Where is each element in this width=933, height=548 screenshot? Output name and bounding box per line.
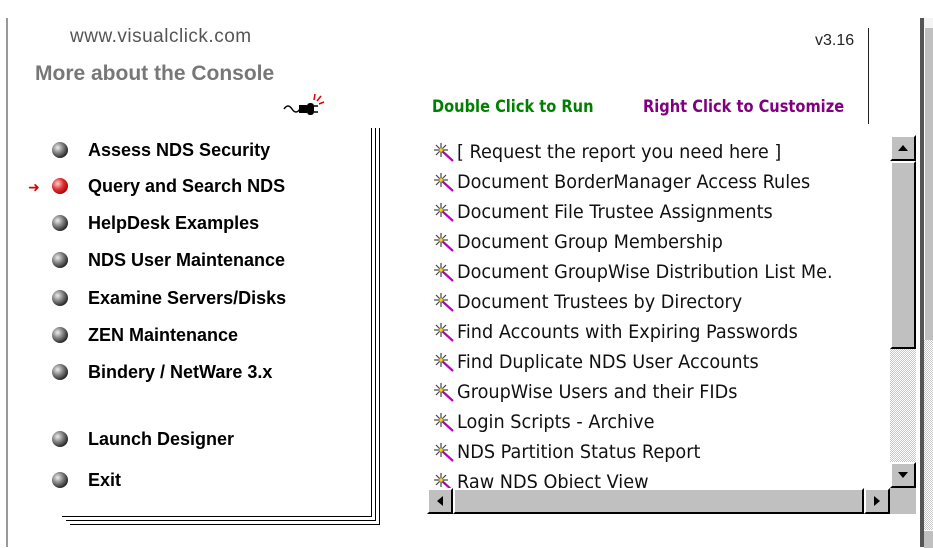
menu-frame-line <box>379 128 380 524</box>
menu-frame-line <box>62 516 372 517</box>
menu-item-launch-designer[interactable]: Launch Designer <box>52 426 234 452</box>
report-list-item[interactable]: Document Trustees by Directory <box>433 287 764 316</box>
menu-item-nds-user-maintenance[interactable]: NDS User Maintenance <box>52 247 285 273</box>
report-list-item-label: Document Group Membership <box>457 230 723 253</box>
sparkle-wand-icon <box>433 291 455 313</box>
scrollbar-corner <box>890 488 916 514</box>
menu-item-examine-servers-disks[interactable]: Examine Servers/Disks <box>52 285 286 311</box>
menu-item-label: Bindery / NetWare 3.x <box>88 361 273 382</box>
menu-item-label: Examine Servers/Disks <box>88 287 287 308</box>
sparkle-wand-icon <box>433 471 455 488</box>
window-scroll-thumb[interactable] <box>924 28 933 340</box>
report-list-item[interactable]: Document GroupWise Distribution List Me. <box>433 257 861 286</box>
report-list-item[interactable]: GroupWise Users and their FIDs <box>433 377 759 406</box>
menu-item-query-and-search-nds[interactable]: Query and Search NDS <box>52 173 285 199</box>
menu-item-zen-maintenance[interactable]: ZEN Maintenance <box>52 322 238 348</box>
sparkle-wand-icon <box>433 231 455 253</box>
report-list-item[interactable]: Find Duplicate NDS User Accounts <box>433 347 781 376</box>
report-list-item[interactable]: Find Accounts with Expiring Passwords <box>433 317 823 346</box>
report-list-item-label: Find Duplicate NDS User Accounts <box>457 350 759 373</box>
sparkle-wand-icon <box>433 321 455 343</box>
menu-item-label: Assess NDS Security <box>88 139 271 160</box>
version-label: v3.16 <box>815 32 855 49</box>
radio-bullet-icon <box>52 252 68 268</box>
sparkle-wand-icon <box>433 171 455 193</box>
window-left-edge <box>6 18 8 547</box>
window-scroll-track[interactable] <box>924 340 933 530</box>
menu-item-bindery-netware-3-x[interactable]: Bindery / NetWare 3.x <box>52 359 272 385</box>
report-list-item[interactable]: [ Request the report you need here ] <box>433 137 806 166</box>
horizontal-scroll-thumb[interactable] <box>453 488 864 514</box>
report-list-item[interactable]: Login Scripts - Archive <box>433 407 669 436</box>
radio-bullet-icon <box>52 364 68 380</box>
sparkle-wand-icon <box>433 201 455 223</box>
menu-frame-line <box>66 520 376 521</box>
arrow-up-icon <box>898 145 908 151</box>
report-list-box[interactable]: [ Request the report you need here ] Docu… <box>427 131 917 518</box>
sparkle-wand-icon <box>433 351 455 373</box>
report-list-item[interactable]: Document Group Membership <box>433 227 743 256</box>
sparkle-wand-icon <box>433 261 455 283</box>
report-list-item[interactable]: Raw NDS Object View <box>433 467 663 488</box>
report-list-item-label: GroupWise Users and their FIDs <box>457 380 738 403</box>
sparkle-wand-icon <box>433 141 455 163</box>
scroll-right-button[interactable] <box>864 488 890 514</box>
report-list-item-label: Login Scripts - Archive <box>457 410 655 433</box>
scroll-left-button[interactable] <box>427 488 453 514</box>
sparkle-wand-icon <box>433 441 455 463</box>
plug-icon <box>283 93 325 115</box>
report-list-item[interactable]: Document BorderManager Access Rules <box>433 167 837 196</box>
website-link[interactable]: www.visualclick.com <box>70 26 252 48</box>
menu-item-label: HelpDesk Examples <box>88 212 260 233</box>
radio-bullet-icon <box>52 290 68 306</box>
double-click-hint: Double Click to Run <box>432 97 594 117</box>
report-list-item-label: NDS Partition Status Report <box>457 440 701 463</box>
report-list-item-label: Raw NDS Object View <box>457 470 649 489</box>
more-about-console-link[interactable]: More about the Console <box>35 62 274 86</box>
radio-bullet-icon <box>52 178 68 194</box>
radio-bullet-icon <box>52 472 68 488</box>
report-list-item[interactable]: Document File Trustee Assignments <box>433 197 797 226</box>
menu-item-label: ZEN Maintenance <box>88 324 239 345</box>
menu-frame-line <box>70 524 380 525</box>
horizontal-scrollbar[interactable] <box>427 488 890 514</box>
report-list-item-label: Document BorderManager Access Rules <box>457 170 811 193</box>
menu-item-label: Launch Designer <box>88 428 235 449</box>
arrow-down-icon <box>898 472 908 478</box>
vertical-scroll-thumb[interactable] <box>890 161 916 349</box>
scroll-down-button[interactable] <box>890 462 916 488</box>
menu-item-label: NDS User Maintenance <box>88 249 286 270</box>
menu-frame-line <box>375 128 376 520</box>
radio-bullet-icon <box>52 431 68 447</box>
sparkle-wand-icon <box>433 381 455 403</box>
menu-item-assess-nds-security[interactable]: Assess NDS Security <box>52 137 270 163</box>
active-item-arrow-icon: ➜ <box>28 179 40 195</box>
right-click-hint: Right Click to Customize <box>643 97 845 117</box>
report-list-item[interactable]: NDS Partition Status Report <box>433 437 719 466</box>
report-list-item-label: Document File Trustee Assignments <box>457 200 773 223</box>
scroll-up-button[interactable] <box>890 135 916 161</box>
arrow-right-icon <box>874 496 880 506</box>
radio-bullet-icon <box>52 327 68 343</box>
report-list-item-label: Document GroupWise Distribution List Me. <box>457 260 833 283</box>
vertical-scrollbar[interactable] <box>890 135 916 488</box>
menu-frame-line <box>371 128 372 516</box>
radio-bullet-icon <box>52 215 68 231</box>
menu-item-helpdesk-examples[interactable]: HelpDesk Examples <box>52 210 259 236</box>
header-divider <box>868 28 869 124</box>
menu-item-label: Exit <box>88 469 122 490</box>
report-list-viewport: [ Request the report you need here ] Docu… <box>427 131 890 488</box>
arrow-left-icon <box>437 496 443 506</box>
report-list-item-label: Find Accounts with Expiring Passwords <box>457 320 798 343</box>
sparkle-wand-icon <box>433 411 455 433</box>
radio-bullet-icon <box>52 142 68 158</box>
menu-item-exit[interactable]: Exit <box>52 467 121 493</box>
report-list-item-label: [ Request the report you need here ] <box>457 140 782 163</box>
report-list-item-label: Document Trustees by Directory <box>457 290 743 313</box>
window-scroll-button[interactable] <box>924 530 933 548</box>
menu-item-label: Query and Search NDS <box>88 175 286 196</box>
